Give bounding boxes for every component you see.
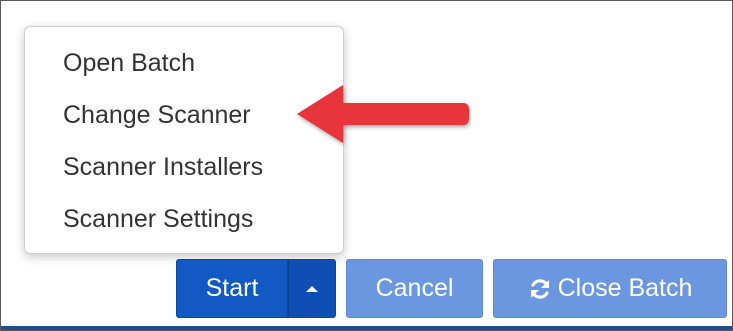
menu-item-change-scanner[interactable]: Change Scanner bbox=[63, 100, 251, 130]
menu-item-scanner-settings[interactable]: Scanner Settings bbox=[63, 204, 253, 234]
start-dropdown-toggle[interactable] bbox=[288, 259, 336, 318]
start-button-label: Start bbox=[205, 274, 259, 302]
screenshot-frame: Open Batch Change Scanner Scanner Instal… bbox=[0, 0, 733, 331]
annotation-arrow-icon bbox=[297, 85, 469, 143]
menu-item-open-batch[interactable]: Open Batch bbox=[63, 48, 195, 78]
refresh-icon bbox=[530, 278, 549, 299]
bottom-divider bbox=[1, 326, 732, 330]
close-batch-button-label: Close Batch bbox=[557, 274, 693, 302]
close-batch-button[interactable]: Close Batch bbox=[493, 259, 727, 318]
cancel-button-label: Cancel bbox=[375, 274, 454, 302]
cancel-button[interactable]: Cancel bbox=[346, 259, 483, 318]
start-button[interactable]: Start bbox=[176, 259, 288, 318]
menu-item-scanner-installers[interactable]: Scanner Installers bbox=[63, 152, 263, 182]
caret-up-icon bbox=[306, 285, 318, 292]
